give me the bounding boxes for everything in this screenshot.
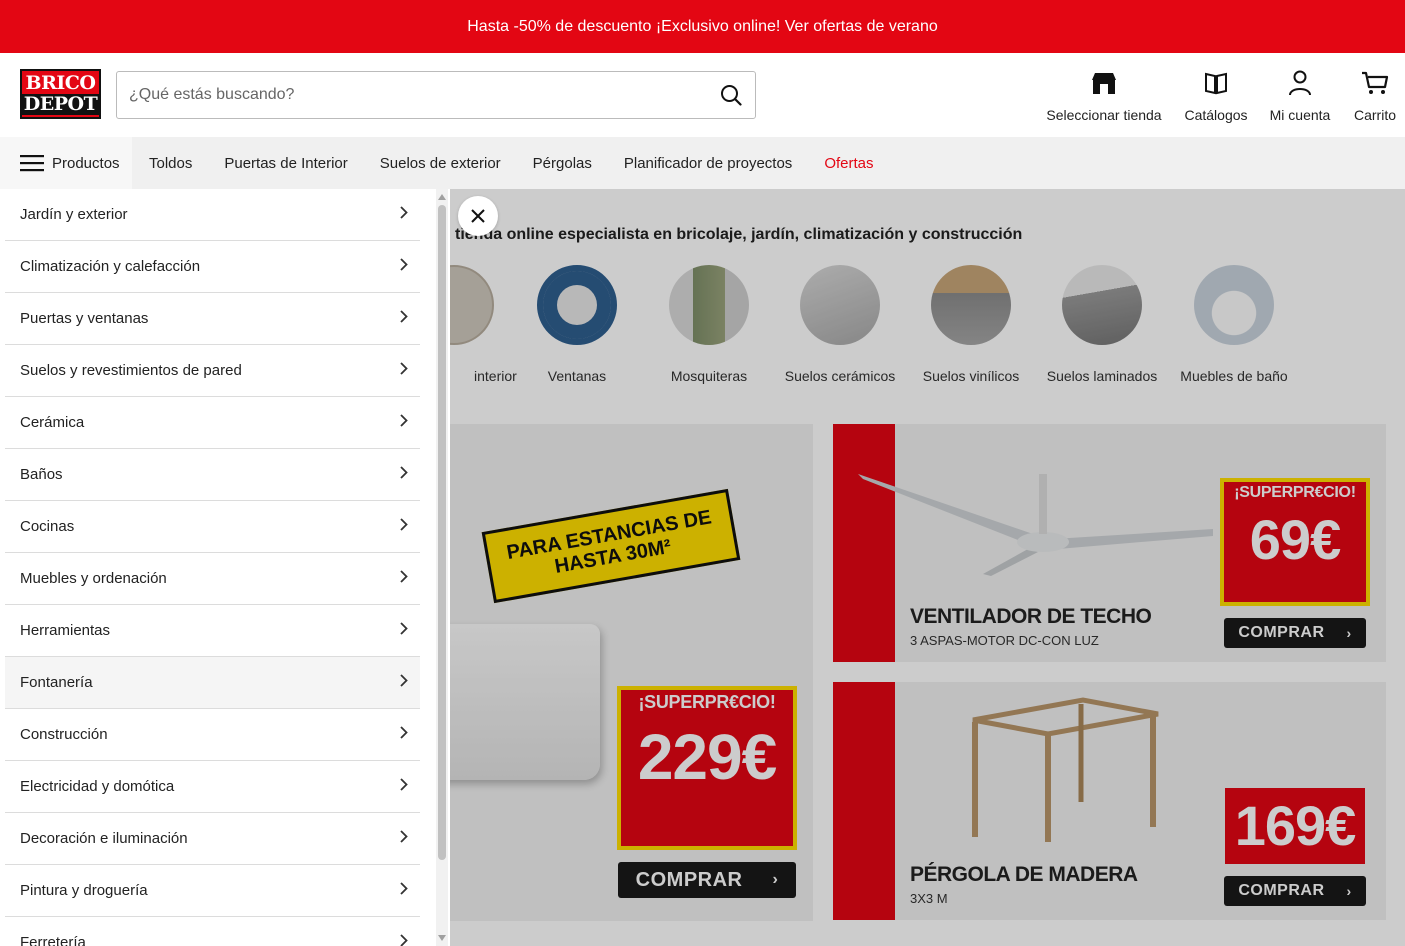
user-icon xyxy=(1288,69,1312,97)
products-menu-button[interactable]: Productos xyxy=(0,137,132,189)
menu-item-label: Construcción xyxy=(20,726,108,743)
site-header: BRICO DEPOT Seleccionar tienda Catálogos… xyxy=(0,53,1405,137)
menu-item-label: Cocinas xyxy=(20,518,75,535)
chevron-right-icon xyxy=(400,206,408,223)
chevron-right-icon xyxy=(400,778,408,795)
brico-depot-logo[interactable]: BRICO DEPOT xyxy=(20,69,101,119)
close-menu-button[interactable] xyxy=(458,196,498,236)
chevron-right-icon xyxy=(400,882,408,899)
menu-item-label: Ferretería xyxy=(20,934,86,946)
my-account-label: Mi cuenta xyxy=(1269,107,1331,123)
catalog-icon xyxy=(1203,69,1229,97)
menu-item-label: Baños xyxy=(20,466,63,483)
search-input[interactable] xyxy=(117,72,707,118)
chevron-right-icon xyxy=(400,934,408,946)
chevron-right-icon xyxy=(400,258,408,275)
cart-button[interactable]: Carrito xyxy=(1350,69,1400,123)
main-nav: Productos Toldos Puertas de Interior Sue… xyxy=(0,137,1405,189)
menu-item-label: Pintura y droguería xyxy=(20,882,148,899)
cart-label: Carrito xyxy=(1353,107,1396,123)
menu-item-label: Herramientas xyxy=(20,622,111,639)
chevron-right-icon xyxy=(400,362,408,379)
menu-item-label: Fontanería xyxy=(20,674,93,691)
menu-item-muebles[interactable]: Muebles y ordenación xyxy=(5,553,420,605)
menu-item-puertas-ventanas[interactable]: Puertas y ventanas xyxy=(5,293,420,345)
menu-item-label: Cerámica xyxy=(20,414,85,431)
menu-item-label: Climatización y calefacción xyxy=(20,258,201,275)
scroll-up-arrow-icon[interactable] xyxy=(438,194,446,200)
products-side-menu: Jardín y exterior Climatización y calefa… xyxy=(0,189,450,946)
menu-item-herramientas[interactable]: Herramientas xyxy=(5,605,420,657)
chevron-right-icon xyxy=(400,622,408,639)
menu-item-jardin[interactable]: Jardín y exterior xyxy=(5,189,420,241)
menu-item-banos[interactable]: Baños xyxy=(5,449,420,501)
chevron-right-icon xyxy=(400,466,408,483)
select-store-button[interactable]: Seleccionar tienda xyxy=(1046,69,1162,123)
search-icon[interactable] xyxy=(707,72,755,118)
chevron-right-icon xyxy=(400,830,408,847)
logo-line-1: BRICO xyxy=(25,72,96,94)
menu-item-label: Suelos y revestimientos de pared xyxy=(20,362,242,379)
menu-item-fontaneria[interactable]: Fontanería xyxy=(5,657,420,709)
nav-item-puertas-interior[interactable]: Puertas de Interior xyxy=(224,155,347,172)
chevron-right-icon xyxy=(400,518,408,535)
select-store-label: Seleccionar tienda xyxy=(1046,107,1162,123)
products-label: Productos xyxy=(52,154,120,172)
nav-item-toldos[interactable]: Toldos xyxy=(149,155,192,172)
chevron-right-icon xyxy=(400,726,408,743)
catalogs-button[interactable]: Catálogos xyxy=(1184,69,1248,123)
menu-item-ceramica[interactable]: Cerámica xyxy=(5,397,420,449)
nav-item-pergolas[interactable]: Pérgolas xyxy=(533,155,592,172)
chevron-right-icon xyxy=(400,674,408,691)
scroll-down-arrow-icon[interactable] xyxy=(438,935,446,941)
chevron-right-icon xyxy=(400,570,408,587)
menu-item-ferreteria[interactable]: Ferretería xyxy=(5,917,420,946)
search-box xyxy=(116,71,756,119)
promo-bar[interactable]: Hasta -50% de descuento ¡Exclusivo onlin… xyxy=(0,0,1405,53)
menu-item-decoracion[interactable]: Decoración e iluminación xyxy=(5,813,420,865)
nav-item-planificador[interactable]: Planificador de proyectos xyxy=(624,155,792,172)
store-icon xyxy=(1090,69,1118,97)
my-account-button[interactable]: Mi cuenta xyxy=(1268,69,1332,123)
close-icon xyxy=(471,209,485,223)
logo-line-2: DEPOT xyxy=(22,93,99,115)
hamburger-icon xyxy=(20,155,44,172)
promo-text[interactable]: Hasta -50% de descuento ¡Exclusivo onlin… xyxy=(467,18,938,36)
menu-item-electricidad[interactable]: Electricidad y domótica xyxy=(5,761,420,813)
chevron-right-icon xyxy=(400,414,408,431)
menu-item-label: Puertas y ventanas xyxy=(20,310,149,327)
nav-item-ofertas[interactable]: Ofertas xyxy=(824,155,873,172)
menu-item-construccion[interactable]: Construcción xyxy=(5,709,420,761)
menu-item-label: Electricidad y domótica xyxy=(20,778,175,795)
menu-item-label: Decoración e iluminación xyxy=(20,830,188,847)
scrollbar-thumb[interactable] xyxy=(438,205,446,860)
menu-item-pintura[interactable]: Pintura y droguería xyxy=(5,865,420,917)
menu-scrollbar[interactable] xyxy=(436,189,448,946)
catalogs-label: Catálogos xyxy=(1184,107,1248,123)
chevron-right-icon xyxy=(400,310,408,327)
cart-icon xyxy=(1361,69,1389,97)
menu-item-climatizacion[interactable]: Climatización y calefacción xyxy=(5,241,420,293)
menu-item-cocinas[interactable]: Cocinas xyxy=(5,501,420,553)
menu-item-label: Jardín y exterior xyxy=(20,206,128,223)
menu-item-label: Muebles y ordenación xyxy=(20,570,167,587)
menu-item-suelos-revestimientos[interactable]: Suelos y revestimientos de pared xyxy=(5,345,420,397)
menu-list: Jardín y exterior Climatización y calefa… xyxy=(5,189,420,946)
nav-item-suelos-exterior[interactable]: Suelos de exterior xyxy=(380,155,501,172)
